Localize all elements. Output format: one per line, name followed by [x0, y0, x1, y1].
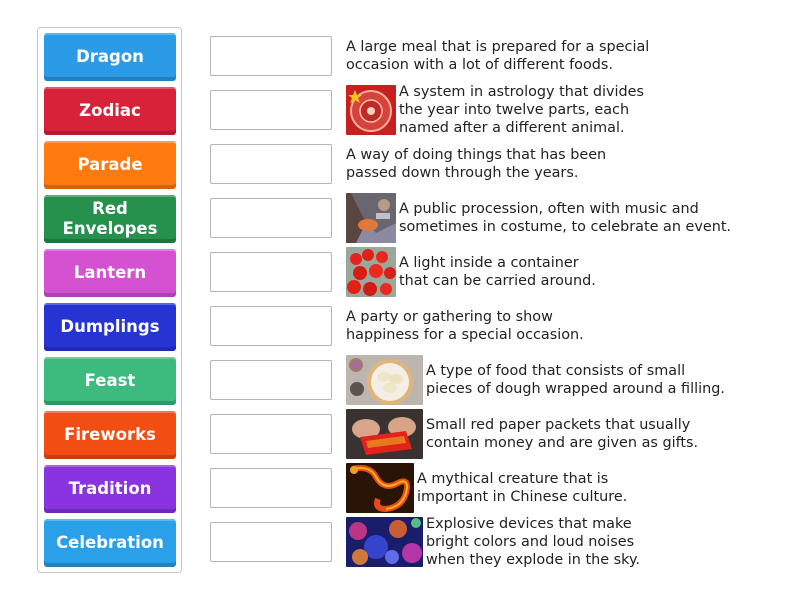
definition-text: A system in astrology that divides the y… — [399, 84, 645, 136]
red-envelope-image — [346, 409, 423, 459]
definition-row: A large meal that is prepared for a spec… — [346, 36, 649, 76]
drop-box[interactable] — [210, 90, 332, 130]
definition-text: A mythical creature that is important in… — [417, 471, 628, 505]
tile-tradition[interactable]: Tradition — [44, 465, 176, 513]
definition-row: Small red paper packets that usually con… — [346, 408, 698, 460]
tile-parade[interactable]: Parade — [44, 141, 176, 189]
drop-box[interactable] — [210, 144, 332, 184]
fireworks-image — [346, 517, 423, 567]
definition-text: A large meal that is prepared for a spec… — [346, 39, 650, 73]
drop-box[interactable] — [210, 360, 332, 400]
drop-box[interactable] — [210, 306, 332, 346]
definition-text: Small red paper packets that usually con… — [426, 417, 699, 451]
dragon-image — [346, 463, 414, 513]
definition-row: A party or gathering to show happiness f… — [346, 306, 584, 346]
definition-text: A party or gathering to show happiness f… — [346, 309, 584, 343]
tile-celebration[interactable]: Celebration — [44, 519, 176, 567]
tile-dragon[interactable]: Dragon — [44, 33, 176, 81]
dumplings-image — [346, 355, 423, 405]
drop-box[interactable] — [210, 414, 332, 454]
tile-fireworks[interactable]: Fireworks — [44, 411, 176, 459]
tile-lantern[interactable]: Lantern — [44, 249, 176, 297]
definition-text: A light inside a container that can be c… — [399, 255, 596, 289]
definition-text: A public procession, often with music an… — [399, 201, 732, 235]
drop-box[interactable] — [210, 468, 332, 508]
drop-box[interactable] — [210, 522, 332, 562]
definition-row: A light inside a container that can be c… — [346, 246, 596, 298]
drop-box[interactable] — [210, 36, 332, 76]
tile-red-envelopes[interactable]: Red Envelopes — [44, 195, 176, 243]
definition-text: A way of doing things that has been pass… — [346, 147, 607, 181]
definition-row: A type of food that consists of small pi… — [346, 354, 725, 406]
definition-row: A public procession, often with music an… — [346, 192, 731, 244]
drop-box[interactable] — [210, 198, 332, 238]
lanterns-image — [346, 247, 396, 297]
parade-image — [346, 193, 396, 243]
tile-zodiac[interactable]: Zodiac — [44, 87, 176, 135]
definition-row: A way of doing things that has been pass… — [346, 144, 606, 184]
drop-box[interactable] — [210, 252, 332, 292]
tile-feast[interactable]: Feast — [44, 357, 176, 405]
definition-text: Explosive devices that make bright color… — [426, 516, 641, 568]
definition-row: A system in astrology that divides the y… — [346, 84, 644, 136]
word-bank: Dragon Zodiac Parade Red Envelopes Lante… — [37, 27, 182, 573]
tile-dumplings[interactable]: Dumplings — [44, 303, 176, 351]
zodiac-wheel-image — [346, 85, 396, 135]
definition-row: Explosive devices that make bright color… — [346, 516, 640, 568]
definition-row: A mythical creature that is important in… — [346, 462, 627, 514]
definition-text: A type of food that consists of small pi… — [426, 363, 725, 397]
